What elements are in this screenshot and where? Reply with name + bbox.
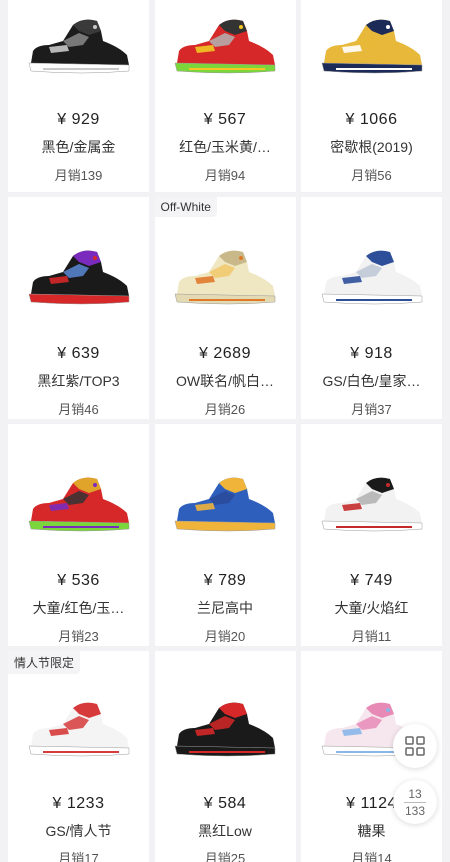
- product-price: ¥ 1233: [52, 794, 105, 812]
- product-sales: 月销26: [204, 402, 246, 417]
- product-card[interactable]: ¥ 929 黑色/金属金 月销139: [8, 0, 149, 192]
- product-card[interactable]: ¥ 789 兰尼高中月销20: [154, 424, 296, 646]
- product-card[interactable]: ¥ 749 大童/火焰红 月销11: [301, 424, 442, 646]
- page-current: 13: [408, 786, 422, 801]
- product-image[interactable]: [8, 454, 149, 554]
- product-card[interactable]: ¥ 639 黑红紫/TOP3 月销46: [8, 197, 149, 419]
- product-tag: 情人节限定: [8, 651, 81, 674]
- product-price: ¥ 749: [350, 572, 393, 589]
- product-name: 黑红紫/TOP3: [37, 373, 120, 389]
- sneaker-image: [174, 19, 276, 74]
- product-price: ¥ 789: [203, 572, 247, 589]
- product-image[interactable]: [8, 227, 149, 327]
- product-price: ¥ 918: [350, 345, 393, 362]
- product-image[interactable]: [301, 0, 442, 93]
- product-name: 密歇根(2019): [330, 139, 413, 155]
- product-image[interactable]: [8, 681, 149, 777]
- product-card[interactable]: 情人节限定 ¥ 1233 GS/情人节月销17: [8, 651, 149, 862]
- product-sales: 月销14: [351, 851, 392, 862]
- product-card[interactable]: Off-White ¥ 2689 OW联名/帆白… 月销26: [154, 197, 296, 419]
- page-divider: [404, 801, 426, 803]
- sneaker-image: [321, 250, 422, 305]
- product-name: 黑色/金属金: [41, 139, 116, 155]
- product-price: ¥ 1066: [345, 111, 398, 128]
- sneaker-image: [321, 19, 422, 74]
- page-indicator[interactable]: 13 133: [393, 780, 437, 824]
- sneaker-image: [321, 477, 422, 532]
- product-name: GS/白色/皇家…: [322, 373, 421, 389]
- product-sales: 月销20: [204, 629, 246, 644]
- product-card[interactable]: ¥ 1066 密歇根(2019) 月销56: [301, 0, 442, 192]
- product-card[interactable]: ¥ 584 黑红Low 月销25: [154, 651, 296, 862]
- product-name: 大童/红色/玉…: [32, 600, 125, 616]
- product-sales: 月销56: [351, 168, 392, 183]
- product-name: 大童/火焰红: [334, 600, 409, 616]
- product-sales: 月销37: [351, 402, 392, 417]
- product-price: ¥ 639: [57, 345, 100, 362]
- product-name: OW联名/帆白…: [176, 373, 274, 389]
- product-price: ¥ 2689: [199, 345, 251, 362]
- sneaker-image: [28, 477, 129, 532]
- product-name: 兰尼高中: [197, 600, 253, 616]
- product-tag: Off-White: [154, 197, 217, 217]
- product-name: 黑红Low: [198, 822, 252, 839]
- product-price: ¥ 1124: [346, 794, 397, 812]
- product-sales: 月销46: [58, 402, 99, 417]
- product-image[interactable]: [301, 454, 442, 554]
- product-price: ¥ 567: [203, 111, 247, 128]
- product-image[interactable]: [8, 0, 149, 93]
- sneaker-image: [174, 477, 276, 532]
- product-image[interactable]: [155, 454, 296, 554]
- product-card[interactable]: ¥ 567 红色/玉米黄/… 月销94: [154, 0, 296, 192]
- product-sales: 月销11: [351, 629, 392, 644]
- product-price: ¥ 929: [57, 111, 100, 128]
- product-sales: 月销17: [58, 851, 99, 862]
- product-image[interactable]: [155, 227, 296, 327]
- product-name: 糖果: [357, 822, 386, 839]
- product-card[interactable]: ¥ 918 GS/白色/皇家… 月销37: [301, 197, 442, 419]
- product-image[interactable]: [155, 0, 296, 93]
- product-sales: 月销94: [204, 168, 246, 183]
- sneaker-image: [28, 702, 129, 757]
- product-card[interactable]: ¥ 536 大童/红色/玉… 月销23: [8, 424, 149, 646]
- sneaker-image: [174, 250, 276, 305]
- product-image[interactable]: [155, 681, 296, 777]
- product-grid: ¥ 929 黑色/金属金 月销139 ¥ 567 红色/玉米黄/… 月销94 ¥ 1066 密…: [8, 0, 442, 862]
- product-price: ¥ 584: [203, 794, 247, 812]
- product-sales: 月销25: [204, 851, 246, 862]
- product-sales: 月销23: [58, 629, 99, 644]
- grid-view-button[interactable]: [393, 724, 437, 768]
- page-total: 133: [404, 803, 426, 818]
- product-name: GS/情人节: [45, 822, 112, 839]
- product-price: ¥ 536: [57, 572, 100, 589]
- sneaker-image: [28, 19, 129, 74]
- sneaker-image: [28, 250, 129, 305]
- grid-view-icon: [405, 736, 425, 756]
- product-name: 红色/玉米黄/…: [179, 139, 271, 155]
- sneaker-image: [174, 702, 276, 757]
- product-image[interactable]: [301, 227, 442, 327]
- product-sales: 月销139: [54, 168, 103, 183]
